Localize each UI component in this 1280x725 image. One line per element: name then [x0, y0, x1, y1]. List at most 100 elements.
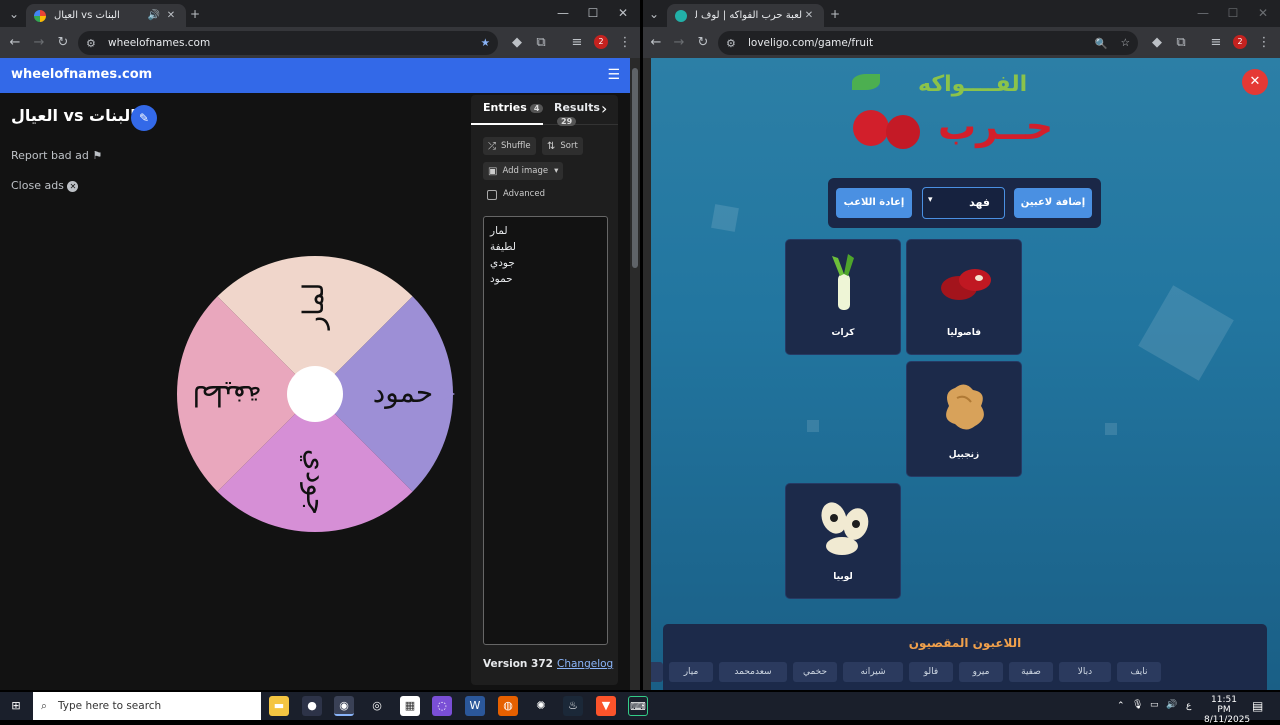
- site-info-icon[interactable]: ⚙: [726, 37, 742, 50]
- tab-close-icon[interactable]: ✕: [802, 10, 816, 21]
- report-ad-link[interactable]: Report bad ad ⚑: [11, 149, 102, 162]
- player-select[interactable]: ▾ فهد: [922, 187, 1005, 219]
- notifications-icon[interactable]: ▤: [1252, 699, 1263, 713]
- profile-avatar[interactable]: 2: [1233, 35, 1247, 49]
- steam-icon[interactable]: ♨: [563, 696, 583, 716]
- profile-avatar[interactable]: 2: [594, 35, 608, 49]
- audio-icon[interactable]: 🔊: [148, 10, 160, 21]
- address-bar[interactable]: ⚙ wheelofnames.com ★: [78, 31, 498, 55]
- forward-icon[interactable]: →: [670, 34, 688, 52]
- advanced-checkbox[interactable]: [487, 190, 497, 200]
- brave-icon[interactable]: ▼: [596, 696, 616, 716]
- fruit-card[interactable]: كرات: [785, 239, 901, 355]
- bookmark-star-icon[interactable]: ★: [481, 37, 490, 49]
- shuffle-button[interactable]: ⤮ Shuffle: [483, 137, 536, 155]
- clock-date: 8/11/2025: [1204, 715, 1251, 725]
- leek-icon: [832, 254, 854, 310]
- reset-player-button[interactable]: إعادة اللاعب: [836, 188, 912, 218]
- mic-icon[interactable]: 🎙: [1132, 700, 1143, 710]
- close-window-icon[interactable]: ✕: [608, 4, 638, 22]
- edit-pencil-icon[interactable]: ✎: [131, 105, 157, 131]
- address-bar[interactable]: ⚙ loveligo.com/game/fruit 🔍 ☆: [718, 31, 1138, 55]
- extensions-puzzle-icon[interactable]: ⧉: [1172, 34, 1190, 52]
- maximize-icon[interactable]: ☐: [1218, 4, 1248, 22]
- wheel-center-hub[interactable]: [287, 366, 343, 422]
- zoom-icon[interactable]: 🔍: [1095, 37, 1108, 50]
- windows-start-icon[interactable]: ⊞: [6, 696, 26, 716]
- close-window-icon[interactable]: ✕: [1248, 4, 1278, 22]
- add-players-button[interactable]: إضافة لاعبين: [1014, 188, 1092, 218]
- site-header: wheelofnames.com ☰: [0, 58, 630, 93]
- back-icon[interactable]: ←: [647, 34, 665, 52]
- fruit-card[interactable]: فاصوليا: [906, 239, 1022, 355]
- page-scrollbar[interactable]: [630, 58, 640, 690]
- taskbar-search[interactable]: ⌕ Type here to search: [33, 692, 261, 720]
- media-queue-icon[interactable]: ≡: [568, 34, 586, 52]
- tab-wheel[interactable]: العيال vs البنات 🔊 ✕: [26, 4, 186, 27]
- firefox-icon[interactable]: ◍: [498, 696, 518, 716]
- maximize-icon[interactable]: ☐: [578, 4, 608, 22]
- minimize-icon[interactable]: —: [548, 4, 578, 22]
- network-icon[interactable]: ▭: [1150, 700, 1159, 710]
- tab-fruit-game[interactable]: لعبة حرب الفواكه | لوف ليجو يوف ✕: [667, 4, 824, 27]
- reload-icon[interactable]: ↻: [694, 34, 712, 52]
- reload-icon[interactable]: ↻: [54, 34, 72, 52]
- media-queue-icon[interactable]: ≡: [1207, 34, 1225, 52]
- volume-icon[interactable]: 🔊: [1166, 700, 1177, 710]
- close-ads-label: Close ads: [11, 179, 64, 192]
- ginger-icon: [946, 384, 984, 430]
- entry-line: لطيفة: [490, 241, 516, 253]
- menu-kebab-icon[interactable]: ⋮: [1255, 34, 1273, 52]
- extension-diamond-icon[interactable]: ◆: [1148, 34, 1166, 52]
- name-wheel[interactable]: لمار حمود جودي لطيفة: [175, 254, 455, 534]
- tab-results-label: Results: [554, 101, 600, 114]
- sort-button[interactable]: ⇅ Sort: [542, 137, 583, 155]
- tray-chevron-icon[interactable]: ⌃: [1117, 701, 1125, 711]
- black-eyed-pea-icon: [821, 502, 869, 555]
- chat-app-icon[interactable]: ◌: [432, 696, 452, 716]
- scrollbar-thumb[interactable]: [632, 68, 638, 268]
- back-icon[interactable]: ←: [6, 34, 24, 52]
- tab-search-icon[interactable]: ⌄: [5, 5, 23, 23]
- site-info-icon[interactable]: ⚙: [86, 37, 102, 50]
- add-image-button[interactable]: ▣ Add image ▾: [483, 162, 564, 180]
- terminal-icon[interactable]: ⌨: [628, 696, 648, 716]
- hamburger-menu-icon[interactable]: ☰: [607, 67, 620, 83]
- page-scrollbar-left[interactable]: [643, 58, 651, 690]
- extensions-puzzle-icon[interactable]: ⧉: [532, 34, 550, 52]
- chrome-icon[interactable]: ◉: [334, 696, 354, 716]
- menu-kebab-icon[interactable]: ⋮: [616, 34, 634, 52]
- advanced-label: Advanced: [503, 189, 545, 199]
- entry-line: لمار: [490, 225, 508, 237]
- new-tab-icon[interactable]: +: [186, 5, 204, 23]
- calculator-icon[interactable]: ▦: [400, 696, 420, 716]
- tab-results[interactable]: Results 29: [554, 101, 618, 127]
- changelog-link[interactable]: Changelog: [557, 658, 613, 670]
- tab-entries[interactable]: Entries 4: [483, 101, 544, 114]
- site-brand[interactable]: wheelofnames.com: [11, 67, 152, 82]
- fruit-card[interactable]: زنجبيل: [906, 361, 1022, 477]
- new-tab-icon[interactable]: +: [826, 5, 844, 23]
- bookmark-star-icon[interactable]: ☆: [1121, 37, 1130, 49]
- entries-textarea[interactable]: لمار لطيفة جودي حمود: [483, 216, 608, 645]
- close-ads-link[interactable]: Close ads ✕: [11, 179, 79, 192]
- extension-diamond-icon[interactable]: ◆: [508, 34, 526, 52]
- tab-search-icon[interactable]: ⌄: [645, 5, 663, 23]
- fruit-card[interactable]: لوبيا: [785, 483, 901, 599]
- file-explorer-icon[interactable]: ▬: [269, 696, 289, 716]
- app-icon[interactable]: ●: [302, 696, 322, 716]
- forward-icon[interactable]: →: [30, 34, 48, 52]
- clock[interactable]: 11:51 PM 8/11/2025: [1204, 695, 1251, 725]
- eliminated-players-panel: اللاعبون المقصيون نايف دبالا صفية ميرو فالو ش…: [643, 624, 1267, 690]
- card-label: كرات: [831, 328, 855, 338]
- browser-window-right: ⌄ لعبة حرب الفواكه | لوف ليجو يوف ✕ + — …: [643, 0, 1280, 690]
- tab-title: العيال vs البنات: [54, 10, 120, 21]
- tab-close-icon[interactable]: ✕: [164, 10, 178, 21]
- github-icon[interactable]: ◎: [367, 696, 387, 716]
- input-language[interactable]: ع: [1186, 701, 1191, 711]
- minimize-icon[interactable]: —: [1188, 4, 1218, 22]
- chat-gpt-icon[interactable]: ✺: [531, 696, 551, 716]
- chevron-right-icon[interactable]: ›: [601, 99, 607, 118]
- close-game-button[interactable]: ✕: [1242, 69, 1268, 95]
- word-icon[interactable]: W: [465, 696, 485, 716]
